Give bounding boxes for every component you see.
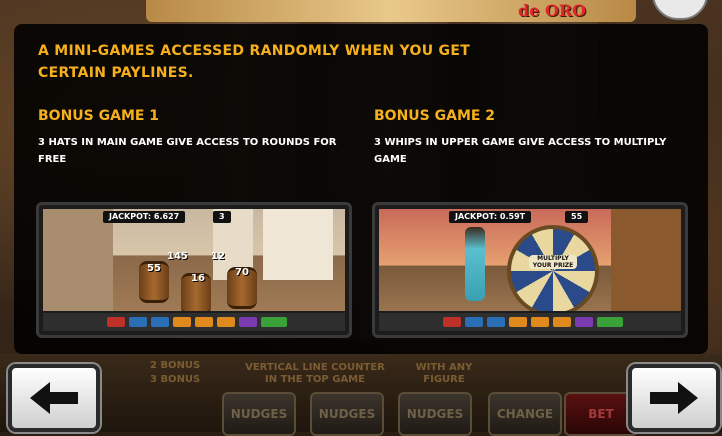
prev-page-button[interactable]	[8, 364, 100, 432]
bonus-game-2-description: 3 WHIPS IN UPPER GAME GIVE ACCESS TO MUL…	[374, 137, 667, 165]
barrel-number: 70	[235, 267, 249, 278]
nudges-button: NUDGES	[310, 392, 384, 436]
arrow-right-icon	[650, 382, 698, 414]
game-logo: de ORO	[518, 1, 587, 20]
help-panel: A MINI-GAMES ACCESSED RANDOMLY WHEN YOU …	[14, 24, 708, 354]
lady-figure	[465, 227, 485, 301]
plaza-scene: JACKPOT: 0.59T 55 MULTIPLY YOUR PRIZE	[379, 209, 681, 311]
bonus-game-1-description: 3 HATS IN MAIN GAME GIVE ACCESS TO ROUND…	[38, 137, 337, 165]
bonus-line-1: 2 BONUS	[150, 360, 201, 371]
figure-text: WITH ANY FIGURE	[415, 362, 473, 385]
round-counter: 55	[565, 211, 589, 223]
nudges-button: NUDGES	[222, 392, 296, 436]
jackpot-label: JACKPOT: 6.627	[103, 211, 186, 223]
nudges-button: NUDGES	[398, 392, 472, 436]
bonus-game-1-title: BONUS GAME 1	[38, 108, 160, 124]
bonus-game-1-screenshot: JACKPOT: 6.627 3 55 145 12 16 70	[36, 202, 352, 338]
bonus-game-2-title: BONUS GAME 2	[374, 108, 496, 124]
barrel-number: 145	[167, 251, 188, 262]
mini-toolbar	[43, 313, 345, 331]
bonus-line-2: 3 BONUS	[150, 374, 201, 385]
wheel-label: MULTIPLY YOUR PRIZE	[529, 255, 577, 269]
barrel-number: 55	[147, 263, 161, 274]
saloon-scene: JACKPOT: 6.627 3 55 145 12 16 70	[43, 209, 345, 311]
mini-toolbar	[379, 313, 681, 331]
counter-text: VERTICAL LINE COUNTER IN THE TOP GAME	[245, 362, 385, 385]
arrow-left-icon	[30, 382, 78, 414]
next-page-button[interactable]	[628, 364, 720, 432]
bonus-game-2-screenshot: JACKPOT: 0.59T 55 MULTIPLY YOUR PRIZE	[372, 202, 688, 338]
help-intro: A MINI-GAMES ACCESSED RANDOMLY WHEN YOU …	[38, 43, 471, 81]
change-button: CHANGE	[488, 392, 562, 436]
jackpot-label: JACKPOT: 0.59T	[449, 211, 532, 223]
barrel-number: 12	[211, 251, 225, 262]
round-counter: 3	[213, 211, 231, 223]
barrel-number: 16	[191, 273, 205, 284]
bet-button: BET	[564, 392, 638, 436]
